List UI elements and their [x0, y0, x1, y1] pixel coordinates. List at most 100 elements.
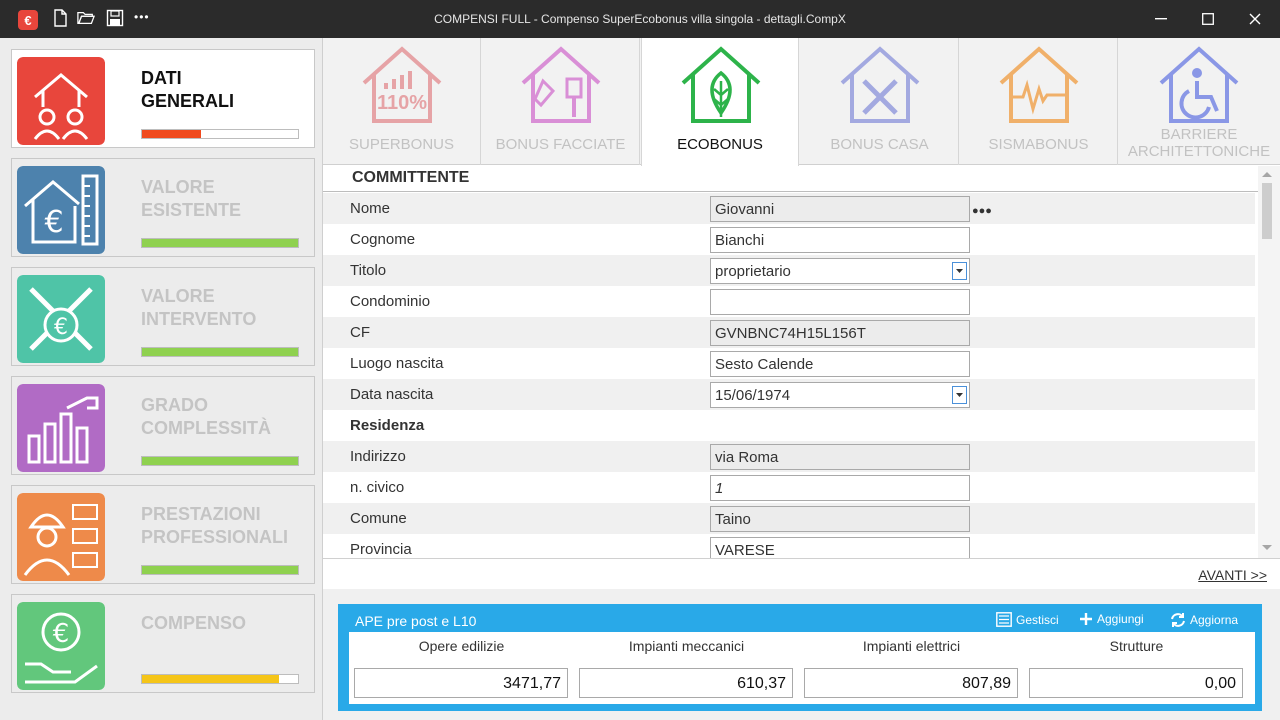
svg-text:€: €	[44, 205, 63, 240]
refresh-label: Aggiorna	[1190, 613, 1239, 627]
next-link[interactable]: AVANTI >>	[1198, 567, 1267, 583]
tab-label: BONUS FACCIATE	[495, 136, 626, 153]
refresh-button[interactable]: Aggiorna	[1170, 612, 1238, 628]
column-header: Strutture	[1109, 638, 1164, 654]
ape-column-opere-edilizie: Opere edilizie 3471,77	[349, 632, 574, 704]
minimize-button[interactable]	[1136, 0, 1186, 38]
form-row-data-nascita: Data nascita 15/06/1974	[323, 379, 1255, 410]
tab-barriere-architettoniche[interactable]: BARRIERE ARCHITETTONICHE	[1120, 38, 1278, 165]
sidebar-item-compenso[interactable]: € COMPENSO	[11, 594, 315, 693]
svg-text:€: €	[53, 619, 70, 649]
field-label: Data nascita	[350, 386, 434, 403]
svg-text:€: €	[54, 315, 68, 340]
add-label: Aggiungi	[1097, 612, 1144, 626]
list-icon	[996, 612, 1012, 627]
form-row-nome: Nome Giovanni ●●●	[323, 193, 1255, 224]
section-title: COMMITTENTE	[352, 169, 470, 186]
scroll-thumb[interactable]	[1262, 183, 1272, 239]
field-label: Cognome	[350, 231, 416, 248]
sidebar-item-valore-esistente[interactable]: € VALORE ESISTENTE	[11, 158, 315, 257]
opere-edilizie-value[interactable]: 3471,77	[354, 668, 568, 698]
titolo-value: proprietario	[715, 263, 791, 280]
cognome-field[interactable]: Bianchi	[710, 227, 970, 253]
minimize-icon	[1155, 18, 1167, 20]
house-workers-icon	[17, 57, 105, 145]
scroll-up-icon[interactable]	[1261, 170, 1273, 178]
tab-superbonus[interactable]: 110% SUPERBONUS	[323, 38, 481, 165]
close-icon	[1249, 13, 1261, 25]
field-label: Provincia	[350, 541, 412, 558]
close-button[interactable]	[1230, 0, 1280, 38]
sidebar-item-prestazioni-professionali[interactable]: PRESTAZIONI PROFESSIONALI	[11, 485, 315, 584]
nome-field[interactable]: Giovanni	[710, 196, 970, 222]
ape-area: APE pre post e L10 Gestisci Aggiungi Agg…	[323, 589, 1280, 720]
progress-bar	[141, 129, 299, 139]
house-tools-icon	[840, 46, 920, 123]
sidebar-item-label: DATI GENERALI	[141, 68, 235, 111]
form-scrollbar[interactable]	[1258, 166, 1280, 558]
house-paint-icon	[521, 46, 601, 123]
column-header: Opere edilizie	[418, 638, 505, 654]
manage-button[interactable]: Gestisci	[996, 612, 1059, 627]
dropdown-button[interactable]	[952, 262, 967, 280]
comune-field[interactable]: Taino	[710, 506, 970, 532]
ape-panel: APE pre post e L10 Gestisci Aggiungi Agg…	[338, 604, 1262, 711]
field-label: Indirizzo	[350, 448, 406, 465]
provincia-field[interactable]: VARESE	[710, 537, 970, 558]
indirizzo-field[interactable]: via Roma	[710, 444, 970, 470]
worker-invoice-icon	[17, 493, 105, 581]
ape-column-impianti-meccanici: Impianti meccanici 610,37	[574, 632, 799, 704]
data-nascita-picker[interactable]: 15/06/1974	[710, 382, 970, 408]
civico-field[interactable]: 1	[710, 475, 970, 501]
date-dropdown-button[interactable]	[952, 386, 967, 404]
field-label: Luogo nascita	[350, 355, 444, 372]
manage-label: Gestisci	[1016, 612, 1059, 627]
more-options-icon[interactable]: ●●●	[972, 202, 992, 220]
data-nascita-value: 15/06/1974	[715, 387, 791, 404]
tab-bonus-facciate[interactable]: BONUS FACCIATE	[482, 38, 640, 165]
form-row-luogo-nascita: Luogo nascita Sesto Calende	[323, 348, 1255, 379]
add-button[interactable]: Aggiungi	[1079, 612, 1144, 626]
cf-field[interactable]: GVNBNC74H15L156T	[710, 320, 970, 346]
form-row-titolo: Titolo proprietario	[323, 255, 1255, 286]
refresh-icon	[1171, 613, 1185, 627]
plus-icon	[1080, 613, 1092, 625]
hand-euro-icon: €	[17, 602, 105, 690]
tab-ecobonus[interactable]: ECOBONUS	[641, 38, 799, 166]
sidebar-item-valore-intervento[interactable]: € VALORE INTERVENTO	[11, 267, 315, 366]
field-label: n. civico	[350, 479, 405, 496]
sidebar-item-grado-complessita[interactable]: GRADO COMPLESSITÀ	[11, 376, 315, 475]
form-row-indirizzo: Indirizzo via Roma	[323, 441, 1255, 472]
chevron-down-icon	[956, 269, 963, 273]
form-row-civico: n. civico 1	[323, 472, 1255, 503]
house-euro-ruler-icon: €	[17, 166, 105, 254]
titolo-select[interactable]: proprietario	[710, 258, 970, 284]
scroll-down-icon[interactable]	[1261, 544, 1273, 552]
form-row-condominio: Condominio	[323, 286, 1255, 317]
form-row-comune: Comune Taino	[323, 503, 1255, 534]
progress-fill	[142, 675, 280, 683]
divider	[323, 191, 1258, 192]
condominio-field[interactable]	[710, 289, 970, 315]
tab-bonus-casa[interactable]: BONUS CASA	[801, 38, 959, 165]
strutture-value[interactable]: 0,00	[1029, 668, 1243, 698]
maximize-button[interactable]	[1183, 0, 1233, 38]
progress-bar	[141, 456, 299, 466]
impianti-elettrici-value[interactable]: 807,89	[804, 668, 1018, 698]
ape-column-strutture: Strutture 0,00	[1024, 632, 1249, 704]
ape-values: Opere edilizie 3471,77 Impianti meccanic…	[349, 632, 1255, 704]
progress-bar	[141, 674, 299, 684]
field-label: Condominio	[350, 293, 431, 310]
progress-fill	[142, 457, 298, 465]
impianti-meccanici-value[interactable]: 610,37	[579, 668, 793, 698]
form-row-provincia: Provincia VARESE	[323, 534, 1255, 558]
sidebar-item-dati-generali[interactable]: DATI GENERALI	[11, 49, 315, 148]
progress-bar	[141, 238, 299, 248]
tab-sismabonus[interactable]: SISMABONUS	[960, 38, 1118, 165]
superbonus-badge: 110%	[377, 92, 427, 114]
subsection-title: Residenza	[350, 417, 425, 434]
luogo-nascita-field[interactable]: Sesto Calende	[710, 351, 970, 377]
house-110-icon: 110%	[362, 46, 442, 123]
ape-title: APE pre post e L10	[355, 613, 477, 629]
progress-fill	[142, 348, 298, 356]
